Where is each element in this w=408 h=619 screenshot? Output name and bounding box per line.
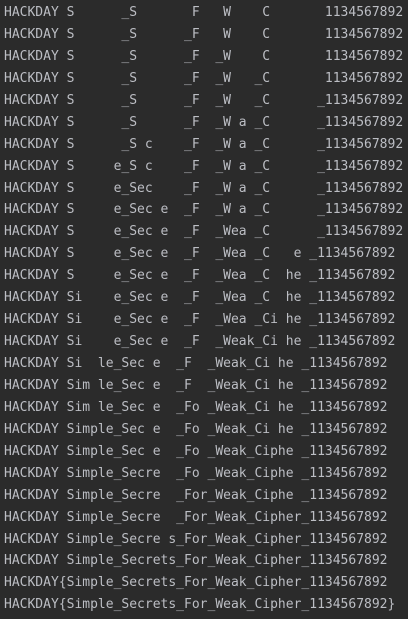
console-line: HACKDAY S _S _F _W C 1134567892 [4,48,404,64]
console-line: HACKDAY S e_Sec _F _W a _C _1134567892 [4,180,404,196]
console-line: HACKDAY S _S _F _W _C _1134567892 [4,92,404,108]
console-line: HACKDAY S e_Sec e _F _Wea _C _1134567892 [4,224,404,240]
console-line: HACKDAY S _S c _F _W a _C _1134567892 [4,136,404,152]
console-line: HACKDAY{Simple_Secrets_For_Weak_Cipher_1… [4,597,396,613]
console-line: HACKDAY Simple_Secrets_For_Weak_Cipher_1… [4,553,388,569]
console-line: HACKDAY S e_Sec e _F _Wea _C he _1134567… [4,268,396,284]
console-line: HACKDAY Si le_Sec e _F _Weak_Ci he _1134… [4,356,388,371]
console-line: HACKDAY Simple_Sec e _Fo _Weak_Ci he _11… [4,421,388,437]
console-line: HACKDAY S e_S c _F _W a _C _1134567892 [4,158,404,174]
console-line: HACKDAY S _S _F _W _C 1134567892 [4,70,404,86]
console-line: HACKDAY Simple_Secre _For_Weak_Ciphe _11… [4,487,388,503]
console-line: HACKDAY Simple_Secre _Fo _Weak_Ciphe _11… [4,465,388,481]
console-line: HACKDAY Si e_Sec e _F _Weak_Ci he _11345… [4,334,396,350]
console-line: HACKDAY Simple_Secre _For_Weak_Cipher_11… [4,509,388,525]
console-output: HACKDAY S _S F W C 1134567892 HACKDAY S _… [0,0,408,619]
console-line: HACKDAY{Simple_Secrets_For_Weak_Cipher_1… [4,575,388,591]
console-line: HACKDAY Sim le_Sec e _F _Weak_Ci he _113… [4,377,388,393]
console-line: HACKDAY Sim le_Sec e _Fo _Weak_Ci he _11… [4,399,388,415]
console-line: HACKDAY Simple_Sec e _Fo _Weak_Ciphe _11… [4,443,388,459]
console-line: HACKDAY S _S _F W C 1134567892 [4,26,404,42]
console-line: HACKDAY Simple_Secre s_For_Weak_Cipher_1… [4,531,388,547]
console-line: HACKDAY S e_Sec e _F _W a _C _1134567892 [4,202,404,218]
console-line: HACKDAY S _S _F _W a _C _1134567892 [4,114,404,130]
console-line: HACKDAY Si e_Sec e _F _Wea _C he _113456… [4,290,396,306]
console-line: HACKDAY S e_Sec e _F _Wea _C e _11345678… [4,246,396,262]
console-line: HACKDAY Si e_Sec e _F _Wea _Ci he _11345… [4,312,396,328]
console-line: HACKDAY S _S F W C 1134567892 [4,5,404,20]
